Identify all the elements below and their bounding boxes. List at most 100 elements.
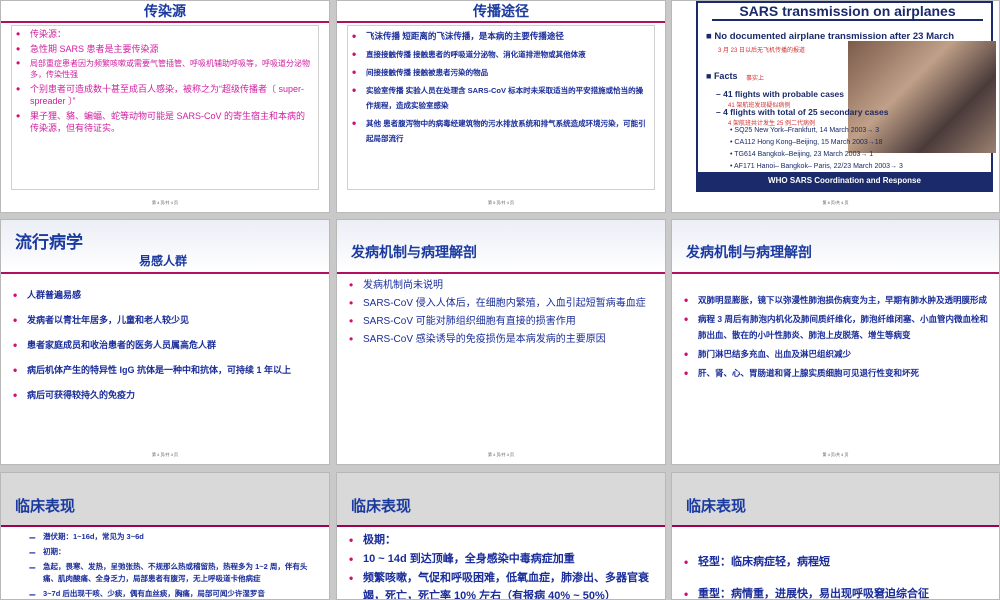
slide-title: 传染源: [1, 1, 329, 23]
slide-title: 临床表现: [351, 498, 412, 515]
slide-footer: 第 4 页/共 4 页: [151, 200, 178, 205]
slide-body: • 极期： • 10 ~ 14d 到达顶峰，全身感染中毒病症加重 • 频繁咳嗽，气促和…: [349, 531, 657, 600]
bullet-icon: •: [352, 65, 357, 79]
list-item: • 飞沫传播 短距离的飞沫传播，是本病的主要传播途径: [352, 29, 564, 43]
headline-cn: 3 月 23 日以后无飞机传播的报道: [718, 48, 806, 54]
slide-title: 临床表现: [686, 498, 747, 515]
bullet-icon: •: [349, 552, 354, 566]
bullet-icon: •: [16, 42, 21, 56]
slide-content-box: • 飞沫传播 短距离的飞沫传播，是本病的主要传播途径 • 直接接触传播 接触患者的呼…: [347, 25, 655, 190]
bullet-icon: •: [349, 278, 354, 292]
dash-icon: –: [29, 545, 36, 559]
list-item: – 急起，畏寒、发热，呈弛张热、不规那么热或稽留热，热程多为 1~2 周，伴有头痛…: [29, 560, 308, 583]
list-item: • CA112 Hong Kong–Beijing, 15 March 2003…: [730, 139, 883, 146]
flight-list: • SQ25 New York–Frankfurt, 14 March 2003…: [730, 125, 903, 173]
slide-body: – 潜伏期：1~16d，常见为 3~6d – 初期： – 急起，畏寒、发热，呈弛张热、…: [29, 530, 321, 600]
slide-thumbnail-clinical-1[interactable]: 临床表现 – 潜伏期：1~16d，常见为 3~6d – 初期： – 急起，畏寒、发热，…: [0, 472, 330, 600]
probable-flights: – 41 flights with probable cases: [716, 89, 845, 99]
list-item: • 急性期 SARS 患者是主要传染源: [16, 42, 159, 56]
bullet-icon: •: [349, 314, 354, 328]
slide-thumbnail-pathology[interactable]: 发病机制与病理解剖 • 双肺明显膨胀，镜下以弥漫性肺泡损伤病变为主，早期有肺水肿及…: [671, 219, 1000, 465]
list-item: –3~7d 后出现干咳、少痰，偶有血丝痰，胸痛，局部可闻少许湿罗音: [29, 587, 265, 600]
list-item: • 发病者以青壮年居多，儿童和老人较少见: [13, 309, 321, 331]
bullet-icon: •: [352, 116, 357, 130]
bullet-icon: •: [16, 27, 21, 41]
list-item: • 其他 患者腹泻物中的病毒经建筑物的污水排放系统和排气系统造成环境污染，可能引起…: [352, 116, 646, 143]
dash-icon: –: [29, 530, 36, 544]
bullet-icon: •: [16, 82, 21, 96]
list-item: • 肺门淋巴结多充血、出血及淋巴组织减少: [684, 347, 852, 361]
list-item: • 重型：病情重，进展快，易出现呼吸窘迫综合征: [684, 585, 991, 600]
slide-thumbnail-pathogenesis[interactable]: 发病机制与病理解剖 • 发病机制尚未说明 • SARS-CoV 侵入人体后，在细胞内…: [336, 219, 666, 465]
bullet-icon: •: [13, 363, 18, 377]
bullet-icon: •: [16, 56, 21, 70]
secondary-flights: – 4 flights with total of 25 secondary c…: [716, 107, 889, 117]
list-item: • 极期：: [349, 533, 396, 547]
list-item: • 肝、肾、心、胃肠道和肾上腺实质细胞可见退行性变和坏死: [684, 366, 920, 380]
list-item: • 直接接触传播 接触患者的呼吸道分泌物、消化道排泄物或其他体液: [352, 47, 586, 61]
bullet-icon: •: [349, 571, 354, 585]
slide-body: • 双肺明显膨胀，镜下以弥漫性肺泡损伤病变为主，早期有肺水肿及透明膜形成 • 病程 …: [684, 292, 991, 384]
list-item: • 病后可获得较持久的免疫力: [13, 384, 321, 406]
bullet-icon: •: [684, 555, 689, 569]
bullet-icon: •: [13, 388, 18, 402]
slide-content-box: SARS transmission on airplanes ■ No docu…: [696, 1, 996, 192]
bullet-icon: •: [16, 109, 21, 123]
bullet-icon: •: [352, 29, 357, 43]
bullet-icon: •: [349, 332, 354, 346]
bullet-icon: •: [349, 533, 354, 547]
slide-footer: 第 4 页/共 4 页: [822, 452, 849, 457]
slide-thumbnail-clinical-3[interactable]: 临床表现 • 轻型：临床病症轻，病程短 • 重型：病情重，进展快，易出现呼吸窘迫综合…: [671, 472, 1000, 600]
slide-sorter-grid: 传染源 • 传染源： • 急性期 SARS 患者是主要传染源 • 局部重症患者因为频繁…: [0, 0, 1000, 600]
slide-thumbnail-transmission[interactable]: 传播途径 • 飞沫传播 短距离的飞沫传播，是本病的主要传播途径 • 直接接触传播 接…: [336, 0, 666, 213]
bullet-icon: •: [684, 587, 689, 600]
list-item: • 病后机体产生的特异性 IgG 抗体是一种中和抗体，可持续 1 年以上: [13, 359, 321, 381]
slide-title: SARS transmission on airplanes: [712, 3, 983, 21]
list-item: • TG614 Bangkok–Beijing, 23 March 2003→ …: [730, 151, 874, 158]
list-item: • 果子狸、貉、蝙蝠、蛇等动物可能是 SARS-CoV 的寄生宿主和本病的传染源，…: [16, 109, 306, 133]
facts-heading: ■ Facts: [706, 71, 738, 81]
list-item: • 双肺明显膨胀，镜下以弥漫性肺泡损伤病变为主，早期有肺水肿及透明膜形成: [684, 293, 988, 307]
slide-title: 发病机制与病理解剖: [351, 244, 477, 260]
dash-icon: –: [29, 587, 36, 600]
slide-title: 传播途径: [337, 1, 665, 23]
headline-text: ■ No documented airplane transmission af…: [706, 31, 955, 42]
slide-thumbnail-sars-airplanes[interactable]: SARS transmission on airplanes ■ No docu…: [671, 0, 1000, 213]
list-item: • 传染源：: [16, 27, 67, 41]
slide-title: 发病机制与病理解剖: [686, 244, 812, 260]
list-item: • SARS-CoV 可能对肺组织细胞有直接的损害作用: [349, 314, 576, 328]
bullet-icon: •: [13, 313, 18, 327]
list-item: • 病程 3 周后有肺泡内机化及肺间质纤维化，肺泡纤维闭塞、小血管内微血栓和肺出血…: [684, 312, 988, 340]
slide-thumbnail-epidemiology[interactable]: 流行病学 易感人群 • 人群普遍易感 • 发病者以青壮年居多，儿童和老人较少见 • 患…: [0, 219, 330, 465]
bullet-icon: •: [684, 312, 689, 326]
slide-footer: 第 6 页/共 4 页: [822, 200, 849, 205]
list-item: • 轻型：临床病症轻，病程短: [684, 555, 830, 569]
list-item: • 局部重症患者因为频繁咳嗽或需要气管插管、呼吸机辅助呼吸等，呼吸道分泌物多，传染…: [16, 56, 310, 79]
slide-thumbnail-clinical-2[interactable]: 临床表现 • 极期： • 10 ~ 14d 到达顶峰，全身感染中毒病症加重 • 频繁咳…: [336, 472, 666, 600]
slide-body: • 轻型：临床病症轻，病程短 • 重型：病情重，进展快，易出现呼吸窘迫综合征: [684, 553, 991, 600]
bullet-icon: •: [352, 47, 357, 61]
list-item: • 频繁咳嗽，气促和呼吸困难，低氧血症，肺渗出、多器官衰竭，死亡，死亡率 10% …: [349, 571, 649, 600]
slide-subtitle: 易感人群: [139, 254, 188, 268]
bullet-icon: •: [13, 338, 18, 352]
slide-title: 临床表现: [15, 498, 76, 515]
list-item: • SQ25 New York–Frankfurt, 14 March 2003…: [730, 127, 880, 134]
list-item: – 初期：: [29, 545, 66, 559]
slide-body: • 发病机制尚未说明 • SARS-CoV 侵入人体后，在细胞内繁殖，入血引起短暂病…: [349, 278, 657, 350]
list-item: • 间接接触传播 接触被患者污染的物品: [352, 65, 489, 79]
list-item: • 10 ~ 14d 到达顶峰，全身感染中毒病症加重: [349, 552, 575, 566]
list-item: • SARS-CoV 侵入人体后，在细胞内繁殖，入血引起短暂病毒血症: [349, 296, 646, 310]
bullet-icon: •: [349, 296, 354, 310]
list-item: • 发病机制尚未说明: [349, 278, 443, 292]
bullet-icon: •: [684, 366, 689, 380]
slide-footer: 第 4 页/共 4 页: [151, 452, 178, 457]
list-item: – 潜伏期：1~16d，常见为 3~6d: [29, 530, 144, 544]
slide-footer: 第 4 页/共 4 页: [487, 452, 514, 457]
slide-thumbnail-infection-source[interactable]: 传染源 • 传染源： • 急性期 SARS 患者是主要传染源 • 局部重症患者因为频繁…: [0, 0, 330, 213]
slide-body: • 人群普遍易感 • 发病者以青壮年居多，儿童和老人较少见 • 患者家庭成员和收治患者…: [13, 284, 321, 409]
list-item: • SARS-CoV 感染诱导的免疫损伤是本病发病的主要原因: [349, 332, 606, 346]
list-item: • 人群普遍易感: [13, 284, 321, 306]
slide-title: 流行病学: [15, 233, 83, 252]
slide-footer: 第 5 页/共 4 页: [487, 200, 514, 205]
dash-icon: –: [29, 560, 36, 574]
